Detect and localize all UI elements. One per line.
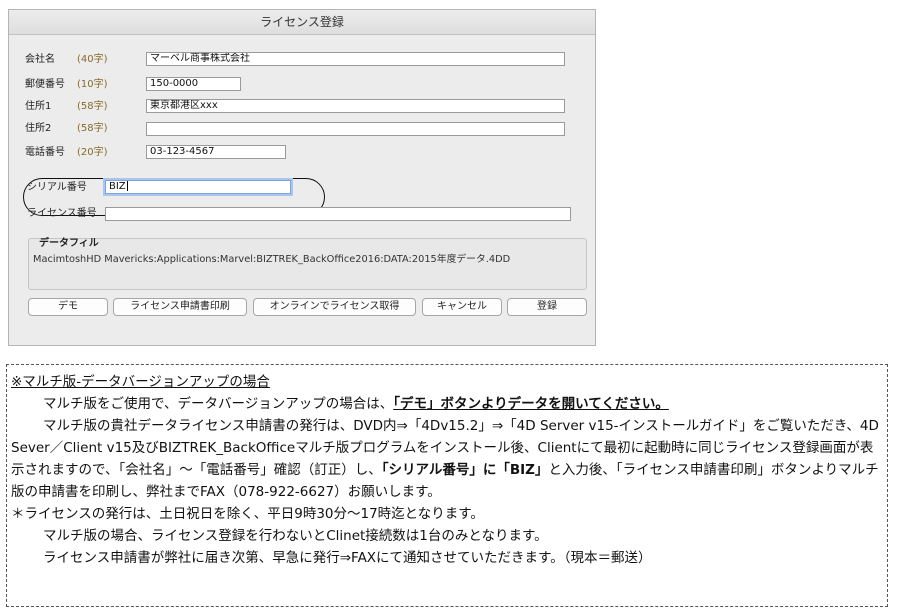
address1-field[interactable]: 東京都港区xxx [146,99,565,113]
license-number-field[interactable] [105,207,571,221]
instruction-note: ※マルチ版-データバージョンアップの場合 マルチ版をご使用で、データバージョンア… [6,364,888,607]
postal-code-label: 郵便番号 [25,79,65,90]
note-p1-text: マルチ版をご使用で、データバージョンアップの場合は、 [43,396,394,412]
postal-code-field[interactable]: 150-0000 [146,77,241,91]
address2-label: 住所2 [25,123,52,134]
note-paragraph-4: マルチ版の場合、ライセンス登録を行わないとClinet接続数は1台のみとなります… [43,528,548,544]
serial-number-field[interactable]: BIZ [105,180,291,194]
address1-limit: (58字) [77,101,108,112]
text-cursor [126,181,128,191]
register-button[interactable]: 登録 [507,298,587,316]
serial-number-value: BIZ [109,181,126,192]
phone-label: 電話番号 [25,147,65,158]
note-paragraph-2: マルチ版の貴社データライセンス申請書の発行は、DVD内⇒「4Dv15.2」⇒「4… [11,415,883,503]
postal-code-limit: (10字) [77,79,108,90]
online-license-button[interactable]: オンラインでライセンス取得 [253,298,416,316]
address2-field[interactable] [146,122,565,136]
phone-limit: (20字) [77,147,108,158]
address1-label: 住所1 [25,101,52,112]
data-file-label: データフィル [39,238,99,249]
company-name-limit: (40字) [77,54,108,65]
demo-button[interactable]: デモ [28,298,108,316]
license-number-label: ライセンス番号 [27,208,97,219]
data-file-path: MacimtoshHD Mavericks:Applications:Marve… [33,254,511,265]
window-title: ライセンス登録 [9,10,595,35]
note-heading: ※マルチ版-データバージョンアップの場合 [11,374,270,390]
note-paragraph-3: ＊ライセンスの発行は、土日祝日を除く、平日9時30分～17時迄となります。 [11,506,484,522]
company-name-label: 会社名 [25,54,55,65]
address2-limit: (58字) [77,123,108,134]
print-application-button[interactable]: ライセンス申請書印刷 [113,298,247,316]
company-name-field[interactable]: マーベル商事株式会社 [146,52,565,66]
note-p2-b: 「シリアル番号」に「BIZ」 [381,462,549,478]
license-registration-window: ライセンス登録 会社名 (40字) マーベル商事株式会社 郵便番号 (10字) … [8,9,596,346]
phone-field[interactable]: 03-123-4567 [146,145,286,159]
note-paragraph-5: ライセンス申請書が弊社に届き次第、早急に発行⇒FAXにて通知させていただきます。… [43,550,652,566]
note-p1-emphasis: 「デモ」ボタンよりデータを開いてください。 [393,396,669,412]
serial-number-label: シリアル番号 [27,182,87,193]
cancel-button[interactable]: キャンセル [422,298,502,316]
note-paragraph-1: マルチ版をご使用で、データバージョンアップの場合は、「デモ」ボタンよりデータを開… [11,393,883,415]
